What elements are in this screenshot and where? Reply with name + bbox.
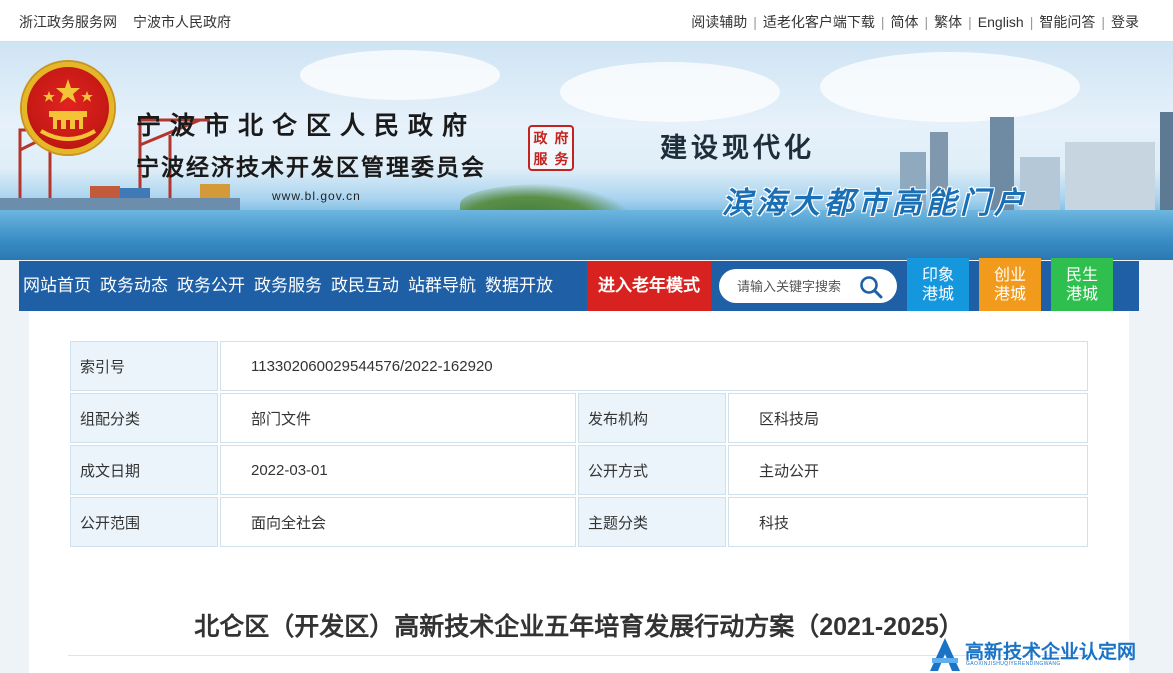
disclosure-method-value: 主动公开: [728, 445, 1088, 495]
slogan-line-2: 滨海大都市高能门户: [722, 186, 1028, 221]
scope-value: 面向全社会: [220, 497, 576, 547]
nav-item-gov-news[interactable]: 政务动态: [96, 261, 172, 311]
national-emblem-icon: [22, 62, 114, 154]
watermark-logo-icon: [930, 638, 960, 671]
search-icon[interactable]: [859, 275, 883, 299]
government-service-seal: 政 府 服 务: [528, 125, 574, 171]
seal-char: 政: [533, 130, 548, 147]
date-value: 2022-03-01: [220, 445, 576, 495]
link-zhejiang-service[interactable]: 浙江政务服务网: [19, 12, 117, 32]
site-title: 宁波市北仑区人民政府: [136, 111, 477, 140]
divider: |: [968, 14, 972, 30]
main-content: 索引号 113302060029544576/2022-162920 组配分类 …: [29, 311, 1129, 673]
site-watermark: 高新技术企业认定网 GAOXINJISHUQIYERENDINGWANG: [928, 636, 1173, 673]
link-reading-assist[interactable]: 阅读辅助: [691, 12, 747, 32]
link-english[interactable]: English: [978, 14, 1024, 30]
nav-menu: 网站首页 政务动态 政务公开 政务服务 政民互动 站群导航 数据开放: [19, 261, 558, 311]
issuer-value: 区科技局: [728, 393, 1088, 443]
livelihood-port-city-button[interactable]: 民生 港城: [1051, 258, 1113, 314]
side-button-line: 港城: [1065, 286, 1098, 303]
document-metadata-table: 索引号 113302060029544576/2022-162920 组配分类 …: [68, 339, 1090, 549]
cloud-decoration: [560, 62, 780, 122]
scope-label: 公开范围: [70, 497, 218, 547]
link-ningbo-government[interactable]: 宁波市人民政府: [133, 12, 231, 32]
nav-item-site-group[interactable]: 站群导航: [404, 261, 480, 311]
side-button-line: 印象: [921, 267, 954, 284]
nav-item-gov-services[interactable]: 政务服务: [250, 261, 326, 311]
search-input[interactable]: [735, 276, 855, 296]
link-traditional[interactable]: 繁体: [934, 12, 962, 32]
side-button-line: 港城: [921, 286, 954, 303]
index-number-value: 113302060029544576/2022-162920: [220, 341, 1088, 391]
side-button-line: 创业: [993, 267, 1026, 284]
link-elder-client-download[interactable]: 适老化客户端下载: [763, 12, 875, 32]
divider: |: [753, 14, 757, 30]
watermark-subtext: GAOXINJISHUQIYERENDINGWANG: [966, 661, 1061, 667]
top-left-links: 浙江政务服务网 宁波市人民政府: [19, 12, 231, 32]
site-url: www.bl.gov.cn: [272, 189, 361, 203]
entrepreneur-port-city-button[interactable]: 创业 港城: [979, 258, 1041, 314]
cloud-decoration: [300, 50, 500, 100]
nav-item-open-data[interactable]: 数据开放: [481, 261, 557, 311]
elder-mode-button[interactable]: 进入老年模式: [587, 261, 711, 311]
divider: |: [924, 14, 929, 30]
topic-value: 科技: [728, 497, 1088, 547]
topic-label: 主题分类: [578, 497, 726, 547]
top-utility-bar: 浙江政务服务网 宁波市人民政府 阅读辅助 | 适老化客户端下载 | 简体 | 繁…: [0, 0, 1173, 42]
category-value: 部门文件: [220, 393, 576, 443]
category-label: 组配分类: [70, 393, 218, 443]
seal-char: 府: [554, 130, 569, 147]
nav-item-home[interactable]: 网站首页: [19, 261, 95, 311]
seal-char: 务: [554, 151, 569, 168]
issuer-label: 发布机构: [578, 393, 726, 443]
date-label: 成文日期: [70, 445, 218, 495]
seal-char: 服: [533, 151, 548, 168]
divider: |: [1029, 14, 1034, 30]
side-button-line: 民生: [1065, 267, 1098, 284]
header-banner: 宁波市北仑区人民政府 宁波经济技术开发区管理委员会 www.bl.gov.cn …: [0, 42, 1173, 260]
watermark-text: 高新技术企业认定网: [965, 642, 1137, 663]
disclosure-method-label: 公开方式: [578, 445, 726, 495]
side-button-line: 港城: [993, 286, 1026, 303]
main-navigation: 网站首页 政务动态 政务公开 政务服务 政民互动 站群导航 数据开放 进入老年模…: [19, 261, 1139, 311]
cloud-decoration: [820, 52, 1080, 122]
index-number-label: 索引号: [70, 341, 218, 391]
divider: |: [880, 14, 885, 30]
nav-item-interaction[interactable]: 政民互动: [327, 261, 403, 311]
slogan-line-1: 建设现代化: [660, 133, 815, 164]
table-row: 成文日期 2022-03-01 公开方式 主动公开: [70, 445, 1088, 495]
table-row: 公开范围 面向全社会 主题分类 科技: [70, 497, 1088, 547]
impression-port-city-button[interactable]: 印象 港城: [907, 258, 969, 314]
link-simplified[interactable]: 简体: [891, 12, 919, 32]
table-row: 组配分类 部门文件 发布机构 区科技局: [70, 393, 1088, 443]
divider: |: [1101, 14, 1105, 30]
table-row: 索引号 113302060029544576/2022-162920: [70, 341, 1088, 391]
link-smart-qa[interactable]: 智能问答: [1039, 12, 1095, 32]
link-login[interactable]: 登录: [1111, 12, 1139, 32]
site-subtitle: 宁波经济技术开发区管理委员会: [136, 154, 486, 181]
city-building: [1065, 142, 1155, 212]
top-right-links: 阅读辅助 | 适老化客户端下载 | 简体 | 繁体 | English | 智能…: [691, 12, 1139, 32]
nav-item-gov-disclosure[interactable]: 政务公开: [173, 261, 249, 311]
search-box: [719, 269, 897, 303]
city-building: [1160, 112, 1173, 212]
